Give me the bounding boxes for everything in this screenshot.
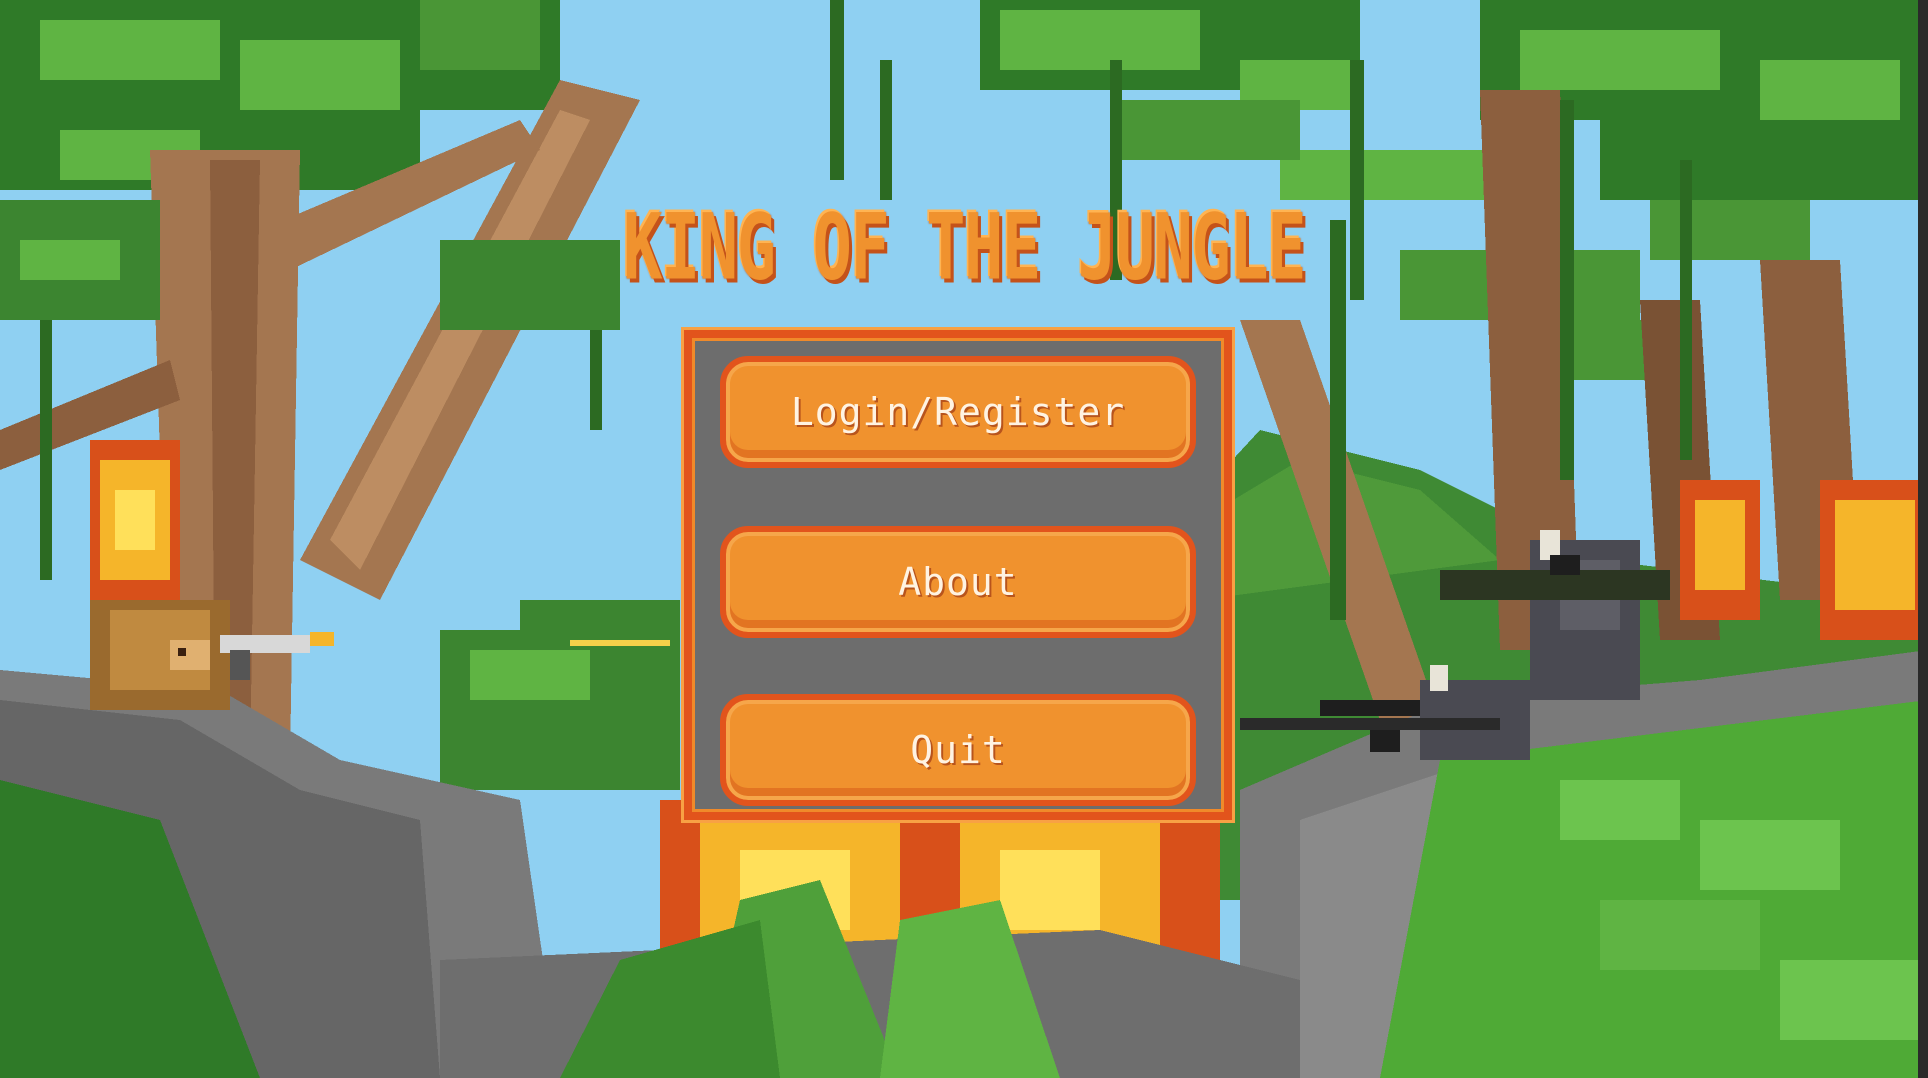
right-edge-strip [1918,0,1928,1078]
fire-left [90,440,180,610]
login-register-button[interactable]: Login/Register [720,356,1196,468]
quit-button[interactable]: Quit [720,694,1196,806]
bullet-trail [570,640,670,646]
about-button[interactable]: About [720,526,1196,638]
main-menu-panel: Login/Register About Quit [684,330,1232,820]
game-title: KING OF THE JUNGLE [623,194,1307,300]
